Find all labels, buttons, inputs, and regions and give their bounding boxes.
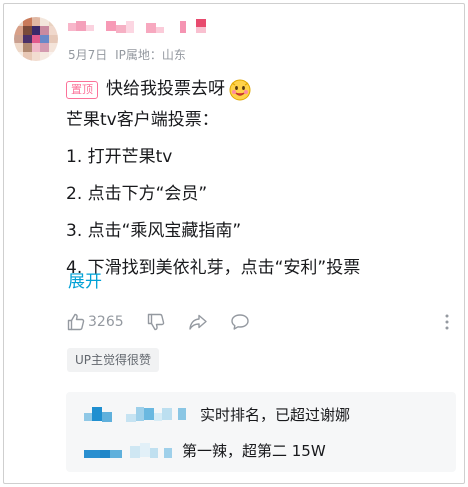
reply-button[interactable] [230,312,250,332]
ip-location: IP属地：山东 [115,48,186,62]
comment-meta: 5月7日 IP属地：山东 [68,46,190,63]
comment-date: 5月7日 [68,48,108,62]
like-button[interactable]: 3265 [66,312,124,332]
body-line-2: 2. 点击下方“会员” [66,184,208,204]
smiling-face-emoji-icon [229,79,251,101]
up-liked-badge: UP主觉得很赞 [67,348,160,372]
body-line-3: 3. 点击“乘风宝藏指南” [66,221,242,241]
comment-card: 5月7日 IP属地：山东 置顶 快给我投票去呀 芒果tv客户端投票： 1. 打开… [3,3,465,484]
body-line-1: 1. 打开芒果tv [66,147,173,167]
reply-item[interactable]: 实时排名，已超过谢娜 [84,402,350,426]
thumb-down-icon [147,313,164,331]
comment-headline-line: 置顶 快给我投票去呀 [66,74,454,105]
comment-content: 置顶 快给我投票去呀 芒果tv客户端投票： 1. 打开芒果tv 2. 点击下方“… [66,74,454,284]
pinned-badge: 置顶 [66,80,98,99]
username-mosaic[interactable] [68,19,218,37]
avatar[interactable] [14,17,58,61]
body-line-0: 芒果tv客户端投票： [66,110,219,130]
body-line-4: 4. 下滑找到美依礼芽，点击“安利”投票 [66,258,361,278]
more-button[interactable] [444,312,450,336]
reply-text: 实时排名，已超过谢娜 [200,405,351,424]
share-icon [188,314,207,330]
reply-username-mosaic[interactable] [84,404,186,424]
comment-headline: 快给我投票去呀 [106,79,225,99]
more-vertical-icon [445,314,449,330]
like-count: 3265 [88,314,124,330]
share-button[interactable] [188,312,208,332]
reply-username-mosaic[interactable] [84,440,172,460]
reply-text: 第一辣，超第二 15W [182,441,326,460]
expand-link[interactable]: 展开 [68,267,102,292]
reply-preview-box[interactable]: 实时排名，已超过谢娜 第一辣，超第二 15W [66,392,456,472]
reply-item[interactable]: 第一辣，超第二 15W [84,438,326,462]
dislike-button[interactable] [146,312,166,332]
action-bar: 3265 [66,310,454,334]
thumb-up-icon [67,313,85,331]
comment-icon [230,314,249,330]
